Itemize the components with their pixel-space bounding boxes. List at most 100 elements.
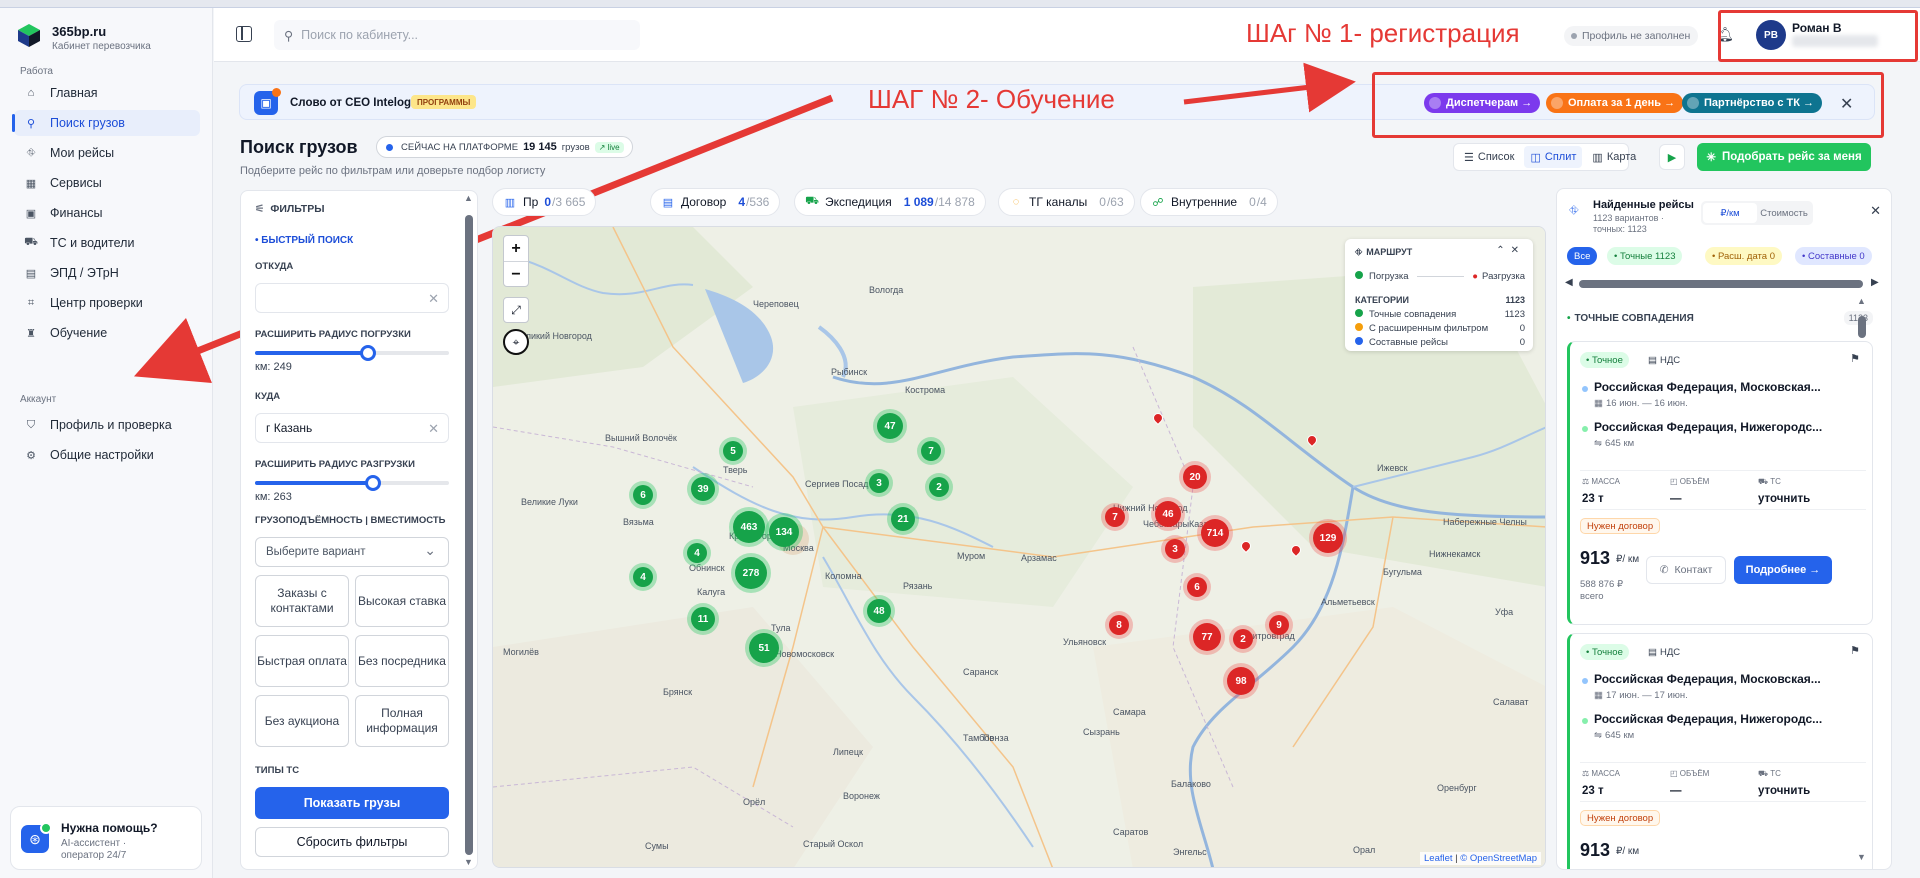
sidebar-item-finance[interactable]: ▣ Финансы — [14, 200, 200, 226]
filter-tag-exact[interactable]: • Точные 1123 — [1607, 247, 1683, 265]
radius-load-slider[interactable] — [255, 345, 449, 361]
filter-tag-composite[interactable]: • Составные 0 — [1795, 247, 1872, 265]
search-input[interactable]: ⚲ Поиск по кабинету... — [274, 20, 640, 50]
clear-icon[interactable]: ✕ — [428, 291, 439, 307]
map-cluster-green[interactable]: 134 — [769, 517, 799, 547]
chip-high-rate[interactable]: Высокая ставка — [355, 575, 449, 627]
map-cluster-green[interactable]: 7 — [921, 441, 941, 461]
filter-tag-all[interactable]: Все — [1567, 247, 1598, 265]
map-cluster-green[interactable]: 47 — [877, 413, 903, 439]
map-cluster-green[interactable]: 2 — [929, 477, 949, 497]
map-cluster-green[interactable]: 48 — [867, 599, 891, 623]
reset-filters-button[interactable]: Сбросить фильтры — [255, 827, 449, 857]
map-cluster-red[interactable]: 3 — [1165, 539, 1185, 559]
map-cluster-green[interactable]: 6 — [633, 485, 653, 505]
map-canvas[interactable]: Вологда Череповец Кострома Великий Новго… — [492, 226, 1546, 868]
map-cluster-red[interactable]: 20 — [1183, 465, 1207, 489]
tags-scrollbar[interactable] — [1579, 280, 1863, 288]
help-widget[interactable]: ⊛ Нужна помощь? AI-ассистент · оператор … — [10, 806, 202, 870]
map-cluster-red[interactable]: 46 — [1155, 501, 1181, 527]
sidebar-item-home[interactable]: ⌂ Главная — [14, 80, 200, 106]
sidebar-item-my-trips[interactable]: ⛗ Мои рейсы — [14, 140, 200, 166]
map-cluster-green[interactable]: 39 — [691, 477, 715, 501]
chip-no-auction[interactable]: Без аукциона — [255, 695, 349, 747]
sidebar-item-check-center[interactable]: ⌗ Центр проверки — [14, 290, 200, 316]
quick-search-label[interactable]: • БЫСТРЫЙ ПОИСК — [255, 235, 353, 246]
capacity-select[interactable]: Выберите вариант — [255, 537, 449, 567]
map-cluster-red[interactable]: 129 — [1313, 523, 1343, 553]
scroll-down-icon[interactable]: ▼ — [1857, 852, 1866, 862]
map-cluster-green[interactable]: 51 — [749, 633, 779, 663]
legend-row-exact[interactable]: Точные совпадения 1123 — [1355, 309, 1525, 320]
map-cluster-green[interactable]: 4 — [687, 543, 707, 563]
scroll-up-icon[interactable]: ▲ — [464, 193, 473, 203]
sidebar-toggle-icon[interactable] — [236, 26, 252, 42]
fullscreen-icon[interactable]: ⤢ — [503, 297, 529, 323]
mode-per-km[interactable]: ₽/км — [1703, 203, 1757, 223]
map-cluster-green[interactable]: 21 — [891, 507, 915, 531]
tab-source-0[interactable]: ▥ Пр 0/3 665 — [492, 188, 597, 216]
scroll-right-icon[interactable]: ▶ — [1871, 277, 1879, 288]
map-cluster-red[interactable]: 77 — [1193, 623, 1221, 651]
scroll-up-icon[interactable]: ▲ — [1857, 296, 1866, 306]
results-scrollbar[interactable] — [1858, 316, 1866, 338]
mode-cost[interactable]: Стоимость — [1757, 203, 1811, 223]
sidebar-item-epd[interactable]: ▤ ЭПД / ЭТрН — [14, 260, 200, 286]
show-cargo-button[interactable]: Показать грузы — [255, 787, 449, 819]
map-cluster-green[interactable]: 4 — [633, 567, 653, 587]
pill-pay-one-day[interactable]: Оплата за 1 день → — [1546, 93, 1684, 113]
play-icon[interactable]: ▶ — [1659, 144, 1685, 170]
scroll-left-icon[interactable]: ◀ — [1565, 277, 1573, 288]
chip-with-contacts[interactable]: Заказы с контактами — [255, 575, 349, 627]
map-cluster-red[interactable]: 8 — [1109, 615, 1129, 635]
map-cluster-green[interactable]: 463 — [733, 511, 765, 543]
map-cluster-red[interactable]: 6 — [1187, 577, 1207, 597]
map-cluster-red[interactable]: 714 — [1201, 519, 1229, 547]
map-cluster-green[interactable]: 278 — [735, 557, 767, 589]
user-name[interactable]: Роман В — [1792, 21, 1842, 35]
chip-no-intermediary[interactable]: Без посредника — [355, 635, 449, 687]
sidebar-item-settings[interactable]: ⚙ Общие настройки — [14, 442, 200, 468]
pill-partnership[interactable]: Партнёрство с ТК → — [1682, 93, 1823, 113]
bookmark-icon[interactable]: ⚑ — [1850, 644, 1860, 657]
map-cluster-green[interactable]: 3 — [869, 473, 889, 493]
legend-row-extended[interactable]: С расширенным фильтром 0 — [1355, 323, 1525, 334]
chip-fast-payment[interactable]: Быстрая оплата — [255, 635, 349, 687]
close-icon[interactable]: ✕ — [1870, 203, 1881, 219]
view-split-tab[interactable]: ◫ Сплит — [1524, 146, 1583, 168]
sidebar-item-profile[interactable]: ⛉ Профиль и проверка — [14, 412, 200, 438]
radius-unload-slider[interactable] — [255, 475, 449, 491]
chip-full-info[interactable]: Полная информация — [355, 695, 449, 747]
zoom-in-button[interactable]: + — [504, 236, 528, 262]
contact-button[interactable]: ✆ Контакт — [1646, 556, 1726, 584]
bookmark-icon[interactable]: ⚑ — [1850, 352, 1860, 365]
scroll-down-icon[interactable]: ▼ — [464, 857, 473, 867]
brand-name[interactable]: 365bp.ru — [52, 24, 106, 39]
sidebar-item-cargo-search[interactable]: ⚲ Поиск грузов — [12, 110, 200, 136]
sidebar-item-vehicles[interactable]: ⛟ ТС и водители — [14, 230, 200, 256]
view-list-tab[interactable]: ☰ Список — [1458, 146, 1520, 168]
slider-handle[interactable] — [359, 345, 376, 361]
to-input[interactable]: г Казань ✕ — [255, 413, 449, 443]
close-icon[interactable]: ✕ — [1840, 94, 1853, 114]
slider-handle[interactable] — [365, 475, 382, 491]
map-cluster-red[interactable]: 98 — [1227, 667, 1255, 695]
clear-icon[interactable]: ✕ — [428, 421, 439, 437]
map-cluster-red[interactable]: 2 — [1233, 629, 1253, 649]
sidebar-item-learning[interactable]: ♜ Обучение — [14, 320, 200, 346]
profile-status-badge[interactable]: Профиль не заполнен — [1564, 26, 1699, 46]
leaflet-link[interactable]: Leaflet — [1424, 853, 1453, 864]
map-cluster-green[interactable]: 5 — [723, 441, 743, 461]
trip-card[interactable]: • Точное ▤ НДС ⚑ Российская Федерация, Мо… — [1567, 341, 1873, 625]
map-cluster-red[interactable]: 9 — [1269, 615, 1289, 635]
trip-card[interactable]: • Точное ▤ НДС ⚑ Российская Федерация, Мо… — [1567, 633, 1873, 869]
map-cluster-green[interactable]: 11 — [691, 607, 715, 631]
zoom-out-button[interactable]: − — [504, 262, 528, 288]
map-cluster-red[interactable]: 7 — [1105, 507, 1125, 527]
filters-scrollbar[interactable] — [465, 215, 473, 855]
legend-controls[interactable]: ⌃✕ — [1496, 245, 1525, 256]
tab-tg-channels[interactable]: ◌ ТГ каналы 0/63 — [998, 188, 1135, 216]
locate-icon[interactable]: ⌖ — [503, 329, 529, 355]
legend-row-composite[interactable]: Составные рейсы 0 — [1355, 337, 1525, 348]
tab-internal[interactable]: ☍ Внутренние 0/4 — [1140, 188, 1278, 216]
